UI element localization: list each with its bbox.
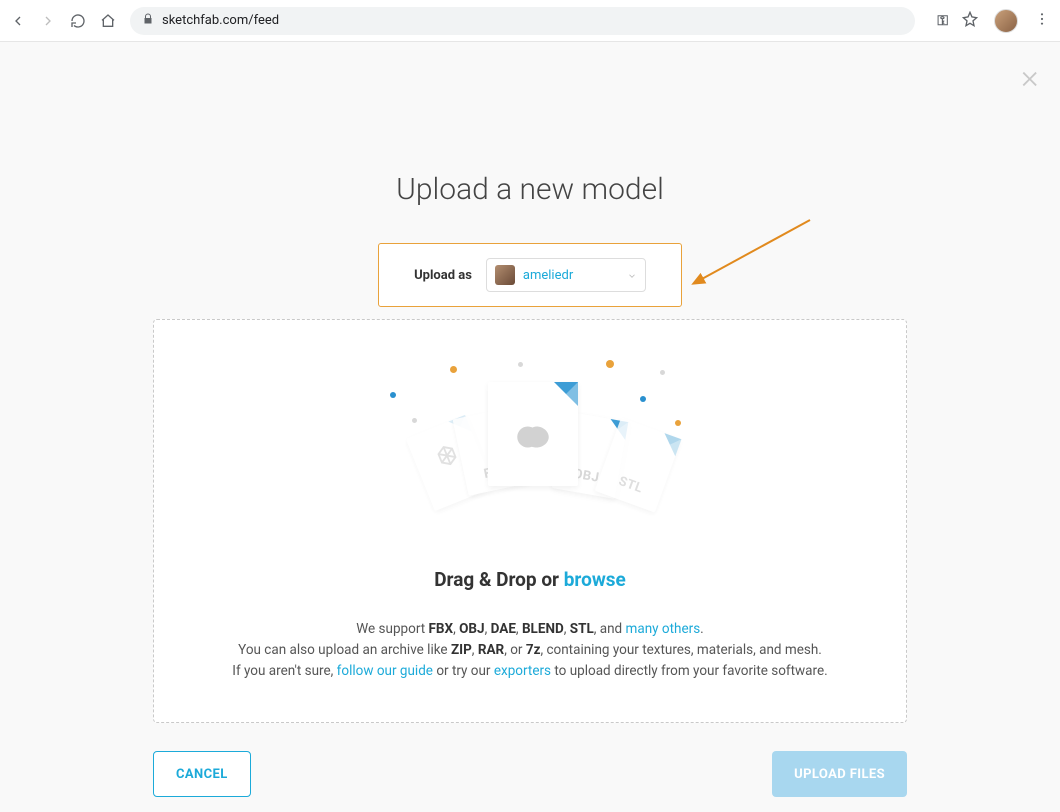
browse-link[interactable]: browse — [564, 568, 626, 591]
selected-user-name: ameliedr — [523, 268, 619, 283]
profile-avatar[interactable] — [994, 9, 1018, 33]
back-icon[interactable] — [10, 13, 26, 29]
browser-bar: sketchfab.com/feed ⚿ — [0, 0, 1060, 42]
file-label: STL — [617, 474, 645, 497]
exporters-link[interactable]: exporters — [494, 663, 551, 679]
support-text: We support FBX, OBJ, DAE, BLEND, STL, an… — [232, 619, 827, 682]
upload-illustration: FBX OBJ STL — [360, 350, 700, 508]
reload-icon[interactable] — [70, 13, 86, 29]
user-selector[interactable]: ameliedr — [486, 258, 646, 292]
page-title: Upload a new model — [396, 172, 664, 207]
user-avatar-thumb — [495, 265, 515, 285]
modal-content: Upload a new model Upload as ameliedr — [153, 172, 907, 797]
nav-controls — [10, 13, 116, 29]
many-others-link[interactable]: many others — [626, 621, 701, 637]
upload-as-box: Upload as ameliedr — [378, 243, 682, 307]
dropzone[interactable]: FBX OBJ STL Drag & Drop or browse — [153, 319, 907, 723]
lock-icon — [142, 13, 154, 29]
chevron-down-icon — [627, 266, 637, 285]
password-key-icon[interactable]: ⚿ — [937, 13, 946, 29]
browser-menu-icon[interactable] — [1034, 11, 1050, 31]
forward-icon[interactable] — [40, 13, 56, 29]
upload-as-label: Upload as — [414, 268, 472, 283]
address-bar[interactable]: sketchfab.com/feed — [130, 7, 915, 35]
file-card-center — [488, 382, 578, 486]
upload-files-button[interactable]: UPLOAD FILES — [772, 751, 907, 797]
url-text: sketchfab.com/feed — [162, 13, 279, 28]
browser-right-icons: ⚿ — [937, 9, 1050, 33]
cancel-button[interactable]: CANCEL — [153, 751, 251, 797]
footer-buttons: CANCEL UPLOAD FILES — [153, 751, 907, 797]
drag-drop-title: Drag & Drop or browse — [434, 568, 626, 591]
home-icon[interactable] — [100, 13, 116, 29]
guide-link[interactable]: follow our guide — [337, 663, 433, 679]
close-button[interactable] — [1020, 68, 1042, 94]
page: Upload a new model Upload as ameliedr — [0, 42, 1060, 812]
bookmark-star-icon[interactable] — [962, 11, 978, 31]
drag-prefix: Drag & Drop or — [434, 568, 564, 591]
